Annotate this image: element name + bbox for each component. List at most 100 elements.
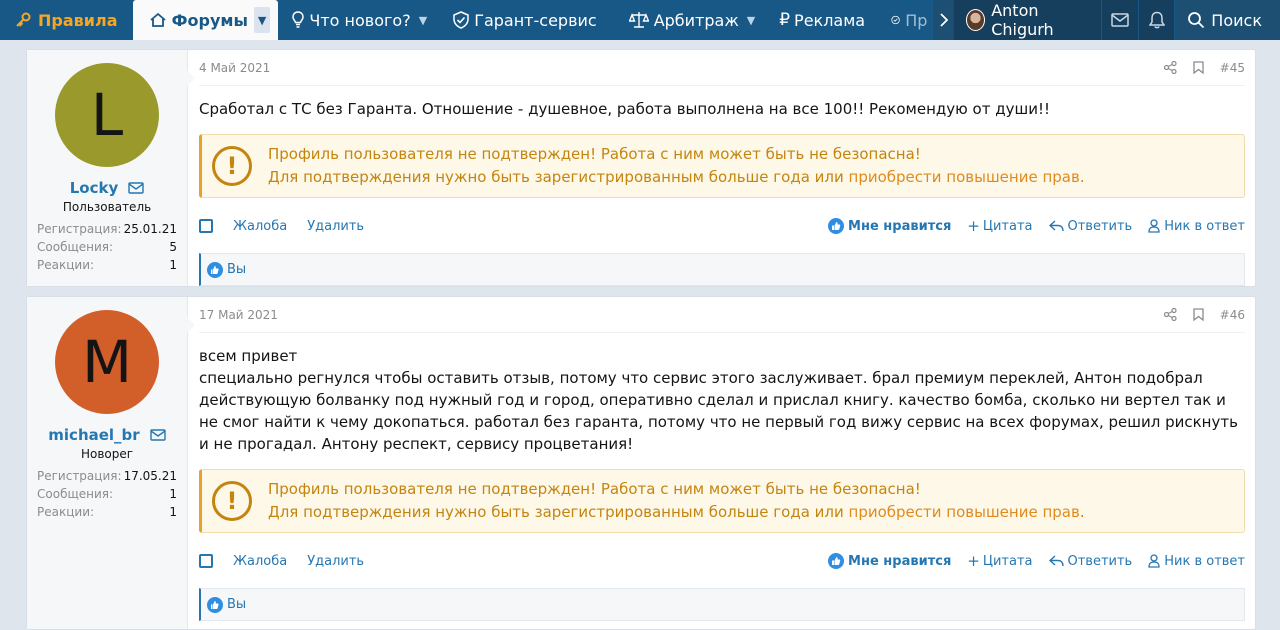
nav-arbitration-label: Арбитраж — [653, 10, 739, 30]
quote-button[interactable]: + Цитата — [967, 217, 1032, 235]
username-text: Locky — [69, 179, 119, 197]
nav-rules[interactable]: Правила — [0, 0, 133, 40]
nav-guarantee[interactable]: Гарант-сервис — [437, 0, 607, 40]
stat-value: 25.01.21 — [123, 222, 177, 236]
thumbs-up-icon — [207, 596, 223, 613]
delete-link[interactable]: Удалить — [307, 219, 364, 234]
stat-value: 1 — [169, 258, 177, 272]
post-actions-left: Жалоба Удалить — [199, 554, 384, 569]
post-text-paragraph: специально регнулся чтобы оставить отзыв… — [199, 369, 1238, 453]
post-tools: #45 — [1163, 61, 1245, 75]
stat-label: Реакции: — [37, 258, 95, 272]
chevron-down-icon[interactable]: ▼ — [747, 14, 755, 27]
nick-reply-button[interactable]: Ник в ответ — [1148, 554, 1245, 569]
nav-forums-label: Форумы — [171, 10, 248, 30]
stat-label: Регистрация: — [37, 222, 122, 236]
stat-label: Реакции: — [37, 505, 95, 519]
reply-button[interactable]: Ответить — [1048, 553, 1133, 569]
avatar[interactable]: L — [55, 63, 159, 167]
post-actions: Жалоба Удалить Мне нравится + Цитата Отв… — [199, 212, 1245, 240]
nav-forums[interactable]: Форумы ▼ — [132, 0, 279, 40]
reactions-text[interactable]: Вы — [227, 597, 246, 612]
avatar-letter: L — [90, 81, 124, 149]
warning-line2-text: Для подтверждения нужно быть зарегистрир… — [268, 168, 849, 186]
nav-arbitration[interactable]: Арбитраж ▼ — [607, 0, 766, 40]
chevron-right-icon — [940, 13, 948, 27]
stat-value: 1 — [169, 505, 177, 519]
report-link[interactable]: Жалоба — [233, 554, 287, 569]
reactions-text[interactable]: Вы — [227, 262, 246, 277]
reply-icon — [1048, 220, 1064, 232]
reactions-bar[interactable]: Вы — [199, 253, 1245, 286]
user-title: Пользователь — [62, 200, 152, 214]
stat-reactions: Реакции: 1 — [37, 256, 177, 274]
envelope-icon[interactable] — [128, 182, 144, 194]
stat-registration: Регистрация: 17.05.21 — [37, 467, 177, 485]
nav-scroll-right[interactable] — [933, 0, 955, 40]
search-icon — [1188, 12, 1205, 29]
upgrade-link[interactable]: приобрести повышение прав — [849, 168, 1080, 186]
post-main: 17 Май 2021 #46 всем привет специально р… — [188, 297, 1255, 629]
nav-user-account[interactable]: Anton Chigurh — [954, 0, 1102, 40]
post-number[interactable]: #46 — [1220, 308, 1245, 322]
user-stats: Регистрация: 17.05.21 Сообщения: 1 Реакции… — [37, 467, 177, 521]
nav-inbox[interactable] — [1101, 0, 1138, 40]
upgrade-link[interactable]: приобрести повышение прав — [849, 503, 1080, 521]
nav-truncated-item[interactable]: Пр — [875, 0, 933, 40]
scales-icon — [628, 12, 649, 28]
exclamation-icon: ! — [212, 481, 252, 521]
warning-line1: Профиль пользователя не подтвержден! Раб… — [268, 145, 921, 163]
report-link[interactable]: Жалоба — [233, 219, 287, 234]
exclamation-icon: ! — [212, 146, 252, 186]
nick-reply-label: Ник в ответ — [1164, 218, 1245, 234]
post-main: 4 Май 2021 #45 Сработал с ТС без Гаранта… — [188, 50, 1255, 286]
reply-label: Ответить — [1067, 553, 1133, 569]
username[interactable]: Locky — [37, 179, 177, 197]
like-button[interactable]: Мне нравится — [828, 553, 951, 569]
plus-icon: + — [967, 217, 980, 235]
key-icon — [16, 12, 31, 27]
stat-registration: Регистрация: 25.01.21 — [37, 220, 177, 238]
post-tools: #46 — [1163, 308, 1245, 322]
nick-reply-button[interactable]: Ник в ответ — [1148, 219, 1245, 234]
select-checkbox[interactable] — [199, 554, 213, 568]
nav-whats-new-label: Что нового? — [309, 10, 411, 30]
lightbulb-icon — [292, 11, 305, 28]
username-text: michael_br — [48, 426, 140, 444]
reactions-bar[interactable]: Вы — [199, 588, 1245, 621]
reply-button[interactable]: Ответить — [1048, 218, 1133, 234]
post-date[interactable]: 17 Май 2021 — [199, 308, 278, 322]
delete-link[interactable]: Удалить — [307, 554, 364, 569]
bookmark-icon[interactable] — [1193, 308, 1204, 321]
post-actions-left: Жалоба Удалить — [199, 219, 384, 234]
plus-icon: + — [967, 552, 980, 570]
share-icon[interactable] — [1163, 61, 1177, 74]
select-checkbox[interactable] — [199, 219, 213, 233]
warning-line2: Для подтверждения нужно быть зарегистрир… — [268, 501, 1085, 524]
top-navigation: Правила Форумы ▼ Что нового? ▼ Гарант-се… — [0, 0, 1280, 40]
post-number[interactable]: #45 — [1220, 61, 1245, 75]
user-title: Новорег — [80, 447, 134, 461]
chevron-down-icon[interactable]: ▼ — [253, 7, 271, 33]
avatar[interactable]: M — [55, 310, 159, 414]
post-46: M michael_br Новорег Регистрация: 17.05.2… — [26, 296, 1256, 630]
post-date[interactable]: 4 Май 2021 — [199, 61, 270, 75]
search-button[interactable]: Поиск — [1174, 0, 1280, 40]
nav-whats-new[interactable]: Что нового? ▼ — [278, 0, 437, 40]
reply-label: Ответить — [1067, 218, 1133, 234]
avatar-letter: M — [81, 328, 133, 396]
nav-ads[interactable]: ₽ Реклама — [765, 0, 875, 40]
stat-messages: Сообщения: 1 — [37, 485, 177, 503]
bookmark-icon[interactable] — [1193, 61, 1204, 74]
quote-button[interactable]: + Цитата — [967, 552, 1032, 570]
nav-rules-label: Правила — [38, 10, 118, 30]
envelope-icon[interactable] — [150, 429, 166, 441]
chevron-down-icon[interactable]: ▼ — [419, 14, 427, 27]
nav-alerts[interactable] — [1137, 0, 1175, 40]
post-user-panel: M michael_br Новорег Регистрация: 17.05.2… — [27, 297, 195, 629]
avatar — [966, 9, 986, 31]
post-header: 4 Май 2021 #45 — [199, 50, 1245, 86]
like-button[interactable]: Мне нравится — [828, 218, 951, 234]
username[interactable]: michael_br — [37, 426, 177, 444]
share-icon[interactable] — [1163, 308, 1177, 321]
